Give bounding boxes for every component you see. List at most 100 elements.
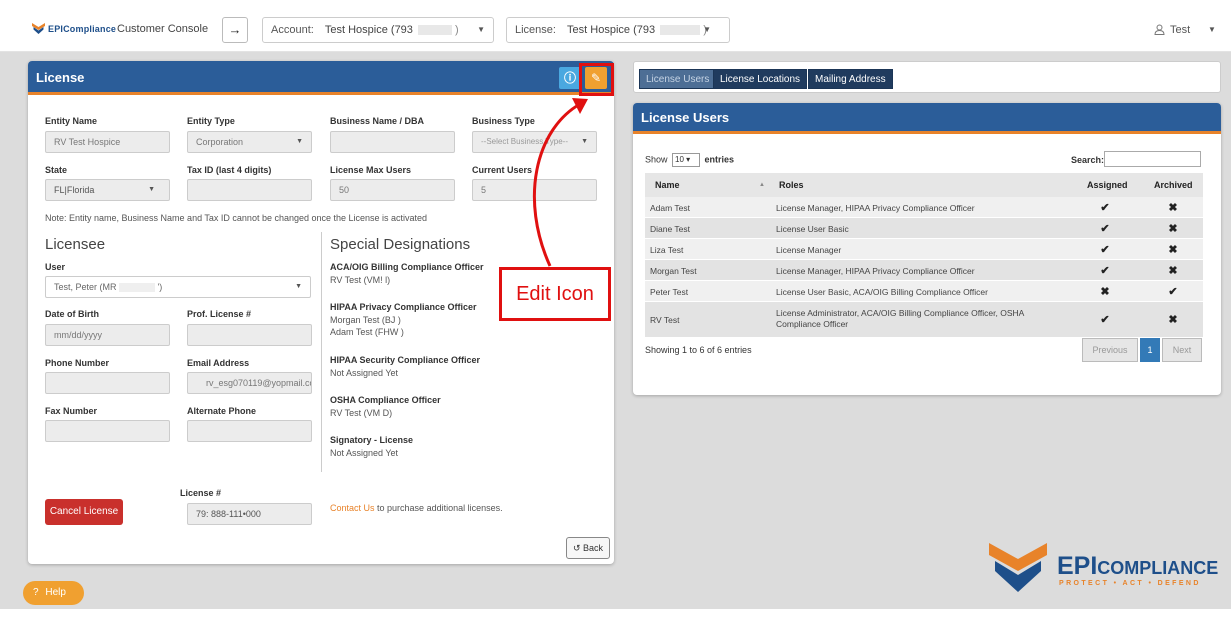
top-bar: EPICompliance Customer Console → Account… [0, 0, 1231, 52]
tab-mailing-address[interactable]: Mailing Address [808, 69, 893, 89]
designation-title: HIPAA Privacy Compliance Officer [330, 302, 477, 312]
user-name-cell: Liza Test [650, 245, 684, 255]
check-icon: ✔ [1100, 244, 1110, 256]
dob-label: Date of Birth [45, 309, 99, 319]
license-label: License: [515, 24, 556, 36]
chevron-down-icon: ▼ [477, 25, 485, 34]
search-label: Search: [1071, 155, 1105, 165]
column-header-roles[interactable]: Roles [779, 173, 804, 197]
designation-value: Morgan Test (BJ ) [330, 315, 401, 325]
email-field[interactable]: rv_esg070119@yopmail.cor [187, 372, 312, 394]
license-panel-title: License [36, 70, 85, 85]
page-length-value: 10 [675, 155, 684, 164]
cross-icon: ✖ [1168, 265, 1178, 277]
license-users-header: License Users [633, 103, 1221, 134]
page-1-button[interactable]: 1 [1140, 338, 1160, 362]
user-name-cell: Adam Test [650, 203, 691, 213]
table-row[interactable] [645, 239, 1203, 260]
max-users-field[interactable]: 50 [330, 179, 455, 201]
account-select[interactable]: Account: Test Hospice (793 ) ▼ [262, 17, 494, 43]
license-users-title: License Users [641, 110, 730, 125]
user-label: User [45, 262, 66, 272]
entity-type-value: Corporation [196, 137, 244, 147]
alt-phone-label: Alternate Phone [187, 406, 257, 416]
section-divider [321, 232, 322, 472]
column-header-name[interactable]: Name [655, 173, 680, 197]
check-icon: ✔ [1168, 286, 1178, 298]
purchase-note: Contact Us to purchase additional licens… [330, 503, 503, 513]
license-select[interactable]: License: Test Hospice (793 ) ▼ [506, 17, 730, 43]
dob-field[interactable]: mm/dd/yyyy [45, 324, 170, 346]
activation-note: Note: Entity name, Business Name and Tax… [45, 213, 428, 223]
business-name-field[interactable] [330, 131, 455, 153]
table-info: Showing 1 to 6 of 6 entries [645, 345, 752, 355]
chevron-down-icon: ▼ [703, 25, 711, 34]
cancel-license-button[interactable]: Cancel License [45, 499, 123, 525]
roles-cell: License Manager, HIPAA Privacy Complianc… [776, 203, 975, 213]
roles-cell-continued: Compliance Officer [776, 319, 849, 329]
check-icon: ✔ [1100, 223, 1110, 235]
back-button[interactable]: ↺ Back [566, 537, 610, 559]
search-input[interactable] [1104, 151, 1201, 167]
tab-license-locations[interactable]: License Locations [713, 69, 808, 89]
contact-us-link[interactable]: Contact Us [330, 503, 375, 513]
tab-license-users[interactable]: License Users [639, 69, 717, 89]
page-length-select[interactable]: 10 ▾ [672, 153, 701, 167]
footer-tagline: PROTECT • ACT • DEFEND [1059, 580, 1201, 587]
prof-license-field[interactable] [187, 324, 312, 346]
entity-type-select[interactable]: Corporation ▼ [187, 131, 312, 153]
email-label: Email Address [187, 358, 250, 368]
designation-value: RV Test (VM D) [330, 408, 393, 418]
help-button[interactable]: ? Help [23, 581, 84, 605]
go-arrow-button[interactable]: → [222, 17, 248, 43]
entity-name-field[interactable]: RV Test Hospice [45, 131, 170, 153]
state-select[interactable]: FL|Florida ▼ [45, 179, 170, 201]
roles-cell: License User Basic, ACA/OIG Billing Comp… [776, 287, 988, 297]
user-value: Test, Peter (MR [54, 282, 117, 292]
user-icon[interactable] [1154, 24, 1165, 35]
licensee-heading: Licensee [45, 236, 106, 253]
column-header-assigned[interactable]: Assigned [1087, 173, 1128, 197]
roles-cell: License Administrator, ACA/OIG Billing C… [776, 308, 1025, 318]
entity-type-label: Entity Type [187, 116, 235, 126]
entity-name-label: Entity Name [45, 116, 98, 126]
annotation-label: Edit Icon [499, 267, 611, 321]
alt-phone-field[interactable] [187, 420, 312, 442]
fax-field[interactable] [45, 420, 170, 442]
table-row[interactable] [645, 218, 1203, 239]
state-label: State [45, 165, 68, 175]
back-label: Back [583, 543, 604, 553]
purchase-note-text: to purchase additional licenses. [374, 503, 503, 513]
user-menu-name[interactable]: Test [1170, 24, 1190, 36]
prof-license-label: Prof. License # [187, 309, 252, 319]
redaction-blur [119, 283, 156, 293]
designation-value: Not Assigned Yet [330, 368, 399, 378]
brand-name: EPICompliance [48, 24, 117, 34]
sort-asc-icon[interactable]: ▲ [759, 173, 765, 197]
next-page-button[interactable]: Next [1162, 338, 1202, 362]
help-circle-icon: ? [33, 587, 39, 598]
license-number-label: License # [180, 488, 222, 498]
tax-id-field[interactable] [187, 179, 312, 201]
user-select[interactable]: Test, Peter (MR ') ▼ [45, 276, 311, 298]
check-icon: ✔ [1100, 265, 1110, 277]
state-value: FL|Florida [54, 185, 95, 195]
epicompliance-shield-logo-icon [989, 543, 1047, 592]
designation-title: OSHA Compliance Officer [330, 395, 441, 405]
max-users-label: License Max Users [330, 165, 412, 175]
previous-page-button[interactable]: Previous [1082, 338, 1138, 362]
chevron-down-icon: ▼ [296, 138, 303, 145]
phone-field[interactable] [45, 372, 170, 394]
chevron-down-icon[interactable]: ▼ [1208, 25, 1216, 34]
show-label: Show [645, 154, 668, 165]
license-number-field[interactable]: 79: 888-111•000 [187, 503, 312, 525]
chevron-down-icon: ▼ [295, 283, 302, 290]
account-label: Account: [271, 24, 314, 36]
info-icon[interactable]: ⓘ [559, 67, 581, 89]
epicompliance-logo-icon[interactable] [32, 22, 45, 34]
annotation-arrow-icon [532, 98, 588, 267]
account-value: Test Hospice (793 [324, 24, 413, 36]
column-header-archived[interactable]: Archived [1154, 173, 1193, 197]
designation-value: RV Test (VM! l) [330, 275, 391, 285]
tax-id-label: Tax ID (last 4 digits) [187, 165, 272, 175]
